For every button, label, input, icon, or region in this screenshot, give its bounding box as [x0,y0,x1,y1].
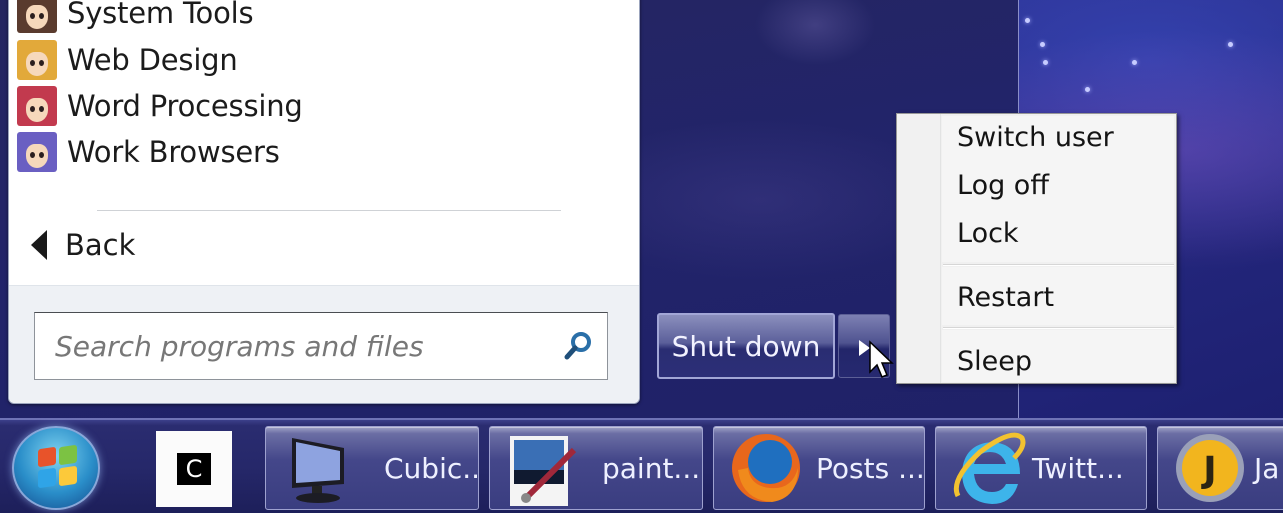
menu-separator [943,327,1174,329]
taskbar-item-internet-explorer[interactable]: Twitt... [935,426,1147,510]
back-button[interactable]: Back [31,223,231,267]
taskbar-item-paint[interactable]: paint.... [489,426,703,510]
star-sparkle [1043,60,1048,65]
program-label: Work Browsers [67,135,280,169]
internet-explorer-icon [950,430,1026,506]
avatar-brunette-icon [17,0,57,33]
menu-item-switch-user[interactable]: Switch user [957,118,1167,158]
star-sparkle [1228,42,1233,47]
back-arrow-icon [31,230,47,260]
start-menu-left-pane: System Tools Web Design Word Processing … [8,0,640,404]
program-item-system-tools[interactable]: System Tools [17,0,617,35]
program-label: Word Processing [67,89,303,123]
star-sparkle [1025,18,1030,23]
j-app-letter: J [1200,450,1216,491]
menu-separator [943,264,1174,266]
star-sparkle [1085,87,1090,92]
search-input[interactable] [35,329,535,363]
task-label: Ja [1254,451,1280,485]
program-label: Web Design [67,43,238,77]
paint-net-icon [504,430,580,506]
mouse-pointer-icon [869,340,894,378]
avatar-purple-hair-icon [17,132,57,172]
task-label: paint.... [602,451,703,485]
taskbar-pinned-c-app[interactable]: C [156,431,232,507]
windows-logo-icon [38,446,56,468]
j-app-icon: J [1172,430,1248,506]
program-item-word-processing[interactable]: Word Processing [17,84,617,128]
search-box[interactable] [34,312,608,380]
monitor-icon [286,430,362,506]
avatar-blonde-icon [17,40,57,80]
menu-item-restart[interactable]: Restart [957,278,1167,318]
start-button[interactable] [12,426,100,510]
shutdown-button-group: Shut down [657,313,890,379]
windows-logo-pane [59,465,77,487]
windows-logo-pane [38,467,56,489]
taskbar: C Cubic... paint.... Posts ... Twitt... … [0,418,1283,513]
back-label: Back [65,228,136,262]
task-label: Posts ... [816,451,925,485]
task-label: Cubic... [384,451,479,485]
taskbar-item-cubic[interactable]: Cubic... [265,426,479,510]
search-area [9,285,639,403]
program-item-web-design[interactable]: Web Design [17,38,617,82]
taskbar-item-j-app[interactable]: J Ja [1157,426,1283,510]
program-label: System Tools [67,0,254,30]
taskbar-item-firefox[interactable]: Posts ... [713,426,925,510]
shutdown-button[interactable]: Shut down [657,313,835,379]
avatar-redhead-icon [17,86,57,126]
task-label: Twitt... [1032,451,1124,485]
program-item-work-browsers[interactable]: Work Browsers [17,130,617,174]
power-options-menu: Switch user Log off Lock Restart Sleep [896,113,1177,384]
windows-logo-pane [59,444,77,466]
menu-item-lock[interactable]: Lock [957,214,1167,254]
c-app-icon: C [177,453,211,485]
menu-gutter [897,114,941,383]
menu-item-log-off[interactable]: Log off [957,166,1167,206]
star-sparkle [1040,42,1045,47]
search-icon[interactable] [561,329,595,363]
menu-divider [97,210,561,211]
menu-item-sleep[interactable]: Sleep [957,342,1167,382]
firefox-icon [728,430,804,506]
star-sparkle [1132,60,1137,65]
